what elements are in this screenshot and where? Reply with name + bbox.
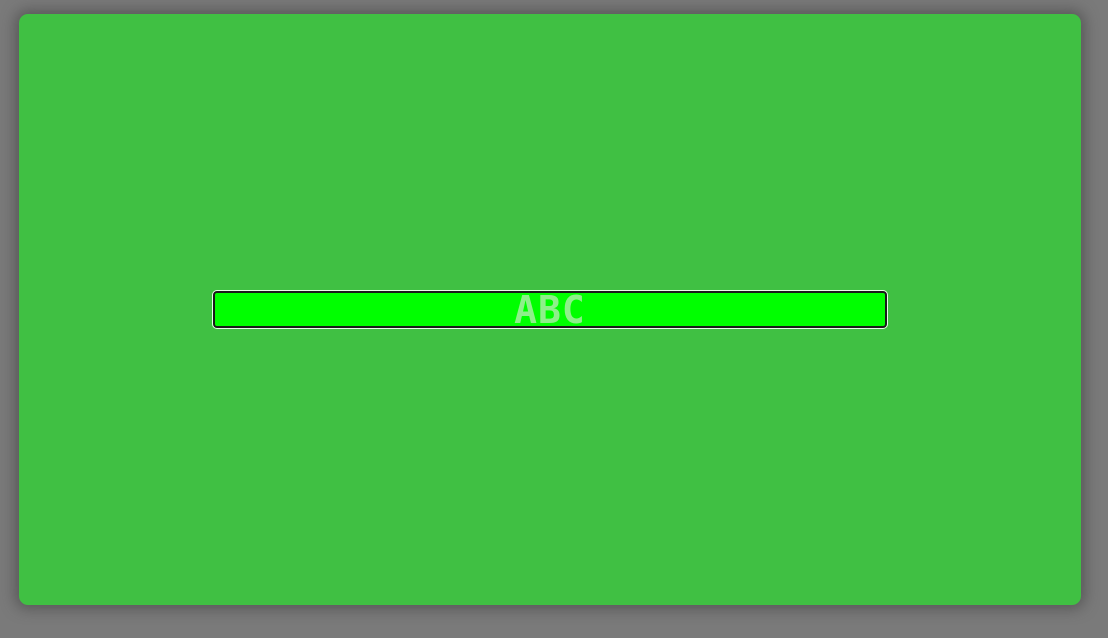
text-input[interactable] <box>215 293 885 326</box>
dialog-panel <box>19 14 1081 605</box>
text-input-frame[interactable] <box>213 291 887 328</box>
